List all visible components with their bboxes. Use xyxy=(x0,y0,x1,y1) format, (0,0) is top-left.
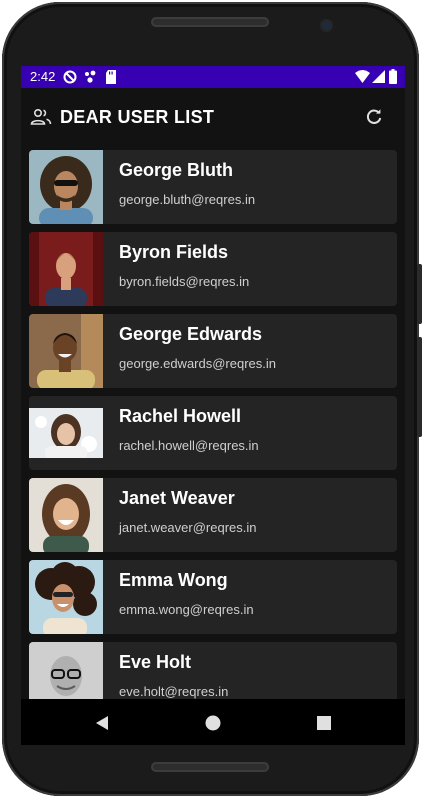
sd-card-icon xyxy=(105,70,117,87)
nav-bar xyxy=(21,699,405,745)
user-email: rachel.howell@reqres.in xyxy=(119,438,259,453)
user-name: Emma Wong xyxy=(119,570,228,590)
user-email: emma.wong@reqres.in xyxy=(119,602,254,617)
app-title: DEAR USER LIST xyxy=(60,107,215,127)
avatar xyxy=(29,408,103,458)
battery-icon xyxy=(389,69,397,87)
volume-button xyxy=(417,264,422,324)
user-name: Eve Holt xyxy=(119,652,192,672)
signal-icon xyxy=(372,70,385,87)
avatar xyxy=(29,478,103,552)
do-not-disturb-icon xyxy=(63,70,77,87)
user-name: George Edwards xyxy=(119,324,263,344)
user-card[interactable]: George Bluth george.bluth@reqres.in xyxy=(29,150,397,224)
phone-frame: 2:42 DEAR USER LIST George Bluth george.… xyxy=(2,2,422,796)
avatar xyxy=(29,560,103,634)
top-speaker xyxy=(151,17,269,27)
avatar xyxy=(29,150,103,224)
app-bar: DEAR USER LIST xyxy=(21,88,405,146)
user-email: janet.weaver@reqres.in xyxy=(119,520,257,535)
recents-square-icon[interactable] xyxy=(314,713,334,733)
refresh-icon[interactable] xyxy=(365,108,383,131)
people-icon xyxy=(30,108,52,131)
status-time: 2:42 xyxy=(30,69,56,84)
user-card[interactable]: Janet Weaver janet.weaver@reqres.in xyxy=(29,478,397,552)
avatar xyxy=(29,642,103,699)
user-list[interactable]: George Bluth george.bluth@reqres.in Byro… xyxy=(29,150,398,699)
user-name: Janet Weaver xyxy=(119,488,235,508)
user-email: eve.holt@reqres.in xyxy=(119,684,229,699)
user-email: george.bluth@reqres.in xyxy=(119,192,256,207)
user-email: george.edwards@reqres.in xyxy=(119,356,277,371)
power-button xyxy=(417,337,422,437)
user-name: George Bluth xyxy=(119,160,234,180)
user-name: Byron Fields xyxy=(119,242,229,262)
avatar xyxy=(29,314,103,388)
home-circle-icon[interactable] xyxy=(203,713,223,733)
user-name: Rachel Howell xyxy=(119,406,242,426)
user-card[interactable]: Emma Wong emma.wong@reqres.in xyxy=(29,560,397,634)
assistant-icon xyxy=(84,70,98,87)
wifi-icon xyxy=(355,70,370,87)
user-email: byron.fields@reqres.in xyxy=(119,274,250,289)
user-card[interactable]: George Edwards george.edwards@reqres.in xyxy=(29,314,397,388)
status-bar: 2:42 xyxy=(21,66,405,88)
front-camera xyxy=(322,21,331,30)
user-card[interactable]: Byron Fields byron.fields@reqres.in xyxy=(29,232,397,306)
screen: 2:42 DEAR USER LIST George Bluth george.… xyxy=(21,66,405,745)
user-card[interactable]: Rachel Howell rachel.howell@reqres.in xyxy=(29,396,397,470)
back-triangle-icon[interactable] xyxy=(93,713,113,733)
avatar xyxy=(29,232,103,306)
bottom-speaker xyxy=(151,762,269,772)
user-card[interactable]: Eve Holt eve.holt@reqres.in xyxy=(29,642,397,699)
